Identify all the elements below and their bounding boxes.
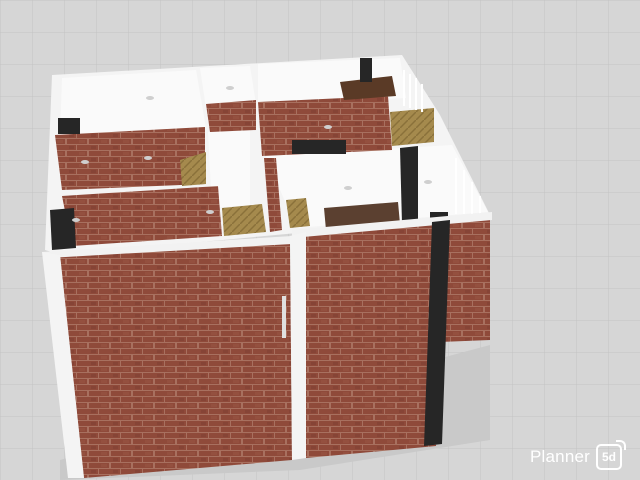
planner5d-logo-icon: 5d — [596, 440, 626, 470]
watermark-badge-text: 5d — [601, 450, 616, 464]
front-pillar-middle — [290, 232, 306, 460]
spotlight — [226, 86, 234, 90]
spotlight — [324, 125, 332, 129]
spotlight — [72, 218, 80, 222]
spotlight — [206, 210, 214, 214]
watermark-text: Planner — [530, 447, 590, 466]
wood-floor-hall — [222, 204, 266, 236]
spotlight — [144, 156, 152, 160]
dark-frame-left — [50, 208, 76, 250]
brick-wall-top-middle — [206, 100, 256, 132]
wood-door-top-right — [390, 108, 434, 146]
dark-frame-upper-left — [58, 118, 80, 134]
dark-post-top — [360, 58, 372, 82]
spotlight — [344, 186, 352, 190]
brick-wall-lower-left — [62, 186, 222, 246]
window-slit — [282, 296, 286, 338]
floorplan-3d-scene[interactable] — [0, 0, 640, 480]
dark-post-right-room — [400, 146, 418, 224]
spotlight — [146, 96, 154, 100]
spotlight — [81, 160, 89, 164]
spotlight — [424, 180, 432, 184]
front-wall-left — [60, 240, 292, 478]
planner5d-watermark: Planner 5d — [530, 440, 626, 470]
3d-viewport[interactable]: Planner 5d — [0, 0, 640, 480]
wood-stairs-right — [286, 198, 310, 228]
dark-doorway — [292, 140, 346, 154]
room-top-left — [60, 70, 206, 138]
